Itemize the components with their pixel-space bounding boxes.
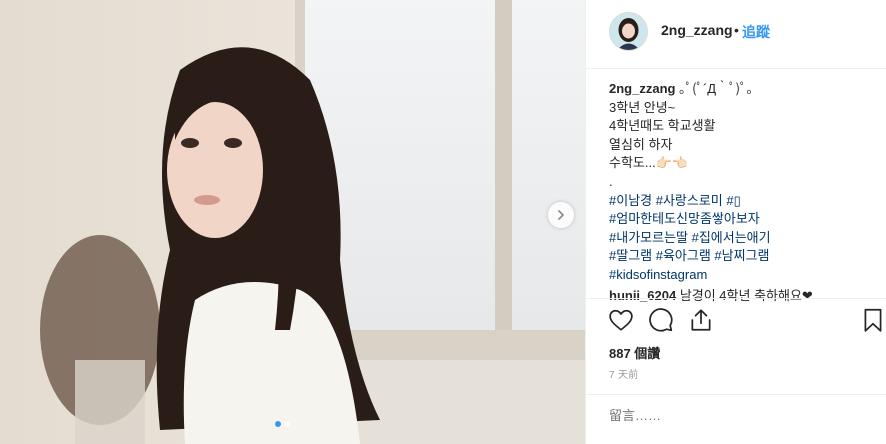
comment-username[interactable]: hunii_6204	[609, 288, 676, 303]
like-button[interactable]	[608, 307, 636, 335]
save-button[interactable]	[860, 307, 886, 335]
carousel-indicator	[275, 421, 291, 427]
post-timestamp[interactable]: 7 天前	[609, 366, 639, 381]
action-bar	[608, 307, 886, 337]
carousel-dot	[285, 421, 291, 427]
post-side-panel: 2ng_zzang • 追蹤 2ng_zzang ｡ﾟ(ﾟ´Д｀ﾟ)ﾟ｡ 3학년…	[585, 0, 886, 444]
likes-count[interactable]: 887 個讚	[609, 343, 660, 362]
divider	[586, 298, 886, 299]
hashtag-line[interactable]: #엄마한테도신망좀쌓아보자	[609, 210, 879, 229]
caption-line: 수학도...👉🏻👈🏻	[609, 155, 689, 171]
header-username[interactable]: 2ng_zzang	[661, 22, 733, 38]
share-button[interactable]	[688, 307, 716, 335]
chevron-right-icon	[558, 210, 564, 220]
avatar-image	[610, 13, 647, 50]
header-separator: •	[734, 22, 739, 38]
caption-line: .	[609, 173, 613, 189]
hashtag-line[interactable]: #이남경 #사랑스로미 #▯	[609, 192, 879, 211]
caption-line: 열심히 하자	[609, 136, 673, 152]
share-icon	[691, 309, 711, 331]
hashtag-line[interactable]: #딸그램 #육아그램 #남찌그램	[609, 247, 879, 266]
carousel-dot-active	[275, 421, 281, 427]
caption-line: 3학년 안녕~	[609, 99, 676, 115]
hashtag-line[interactable]: #내가모르는딸 #집에서는애기	[609, 229, 879, 248]
comment-item: hunii_6204 남경이 4학년 축하해요❤	[609, 285, 879, 303]
avatar[interactable]	[609, 12, 648, 51]
caption-first-line: 2ng_zzang ｡ﾟ(ﾟ´Д｀ﾟ)ﾟ｡	[609, 80, 879, 99]
caption-first-text: ｡ﾟ(ﾟ´Д｀ﾟ)ﾟ｡	[675, 81, 754, 96]
carousel-next-button[interactable]	[548, 202, 574, 228]
comment-input[interactable]	[609, 405, 869, 425]
comment-text: 남경이 4학년 축하해요❤	[676, 288, 813, 303]
bookmark-icon	[864, 308, 882, 332]
post-photo[interactable]	[0, 0, 585, 444]
caption-line: 4학년때도 학교생활	[609, 118, 716, 134]
hashtag-line[interactable]: #kidsofinstagram	[609, 266, 879, 285]
post-header: 2ng_zzang • 追蹤	[586, 0, 886, 69]
comment-button[interactable]	[648, 307, 676, 335]
caption-username[interactable]: 2ng_zzang	[609, 81, 675, 96]
divider	[586, 394, 886, 395]
comment-icon	[649, 308, 673, 332]
post-caption: 2ng_zzang ｡ﾟ(ﾟ´Д｀ﾟ)ﾟ｡ 3학년 안녕~ 4학년때도 학교생활…	[609, 80, 879, 285]
photo-illustration	[0, 0, 585, 444]
heart-icon	[609, 309, 633, 331]
follow-button[interactable]: 追蹤	[742, 22, 770, 42]
